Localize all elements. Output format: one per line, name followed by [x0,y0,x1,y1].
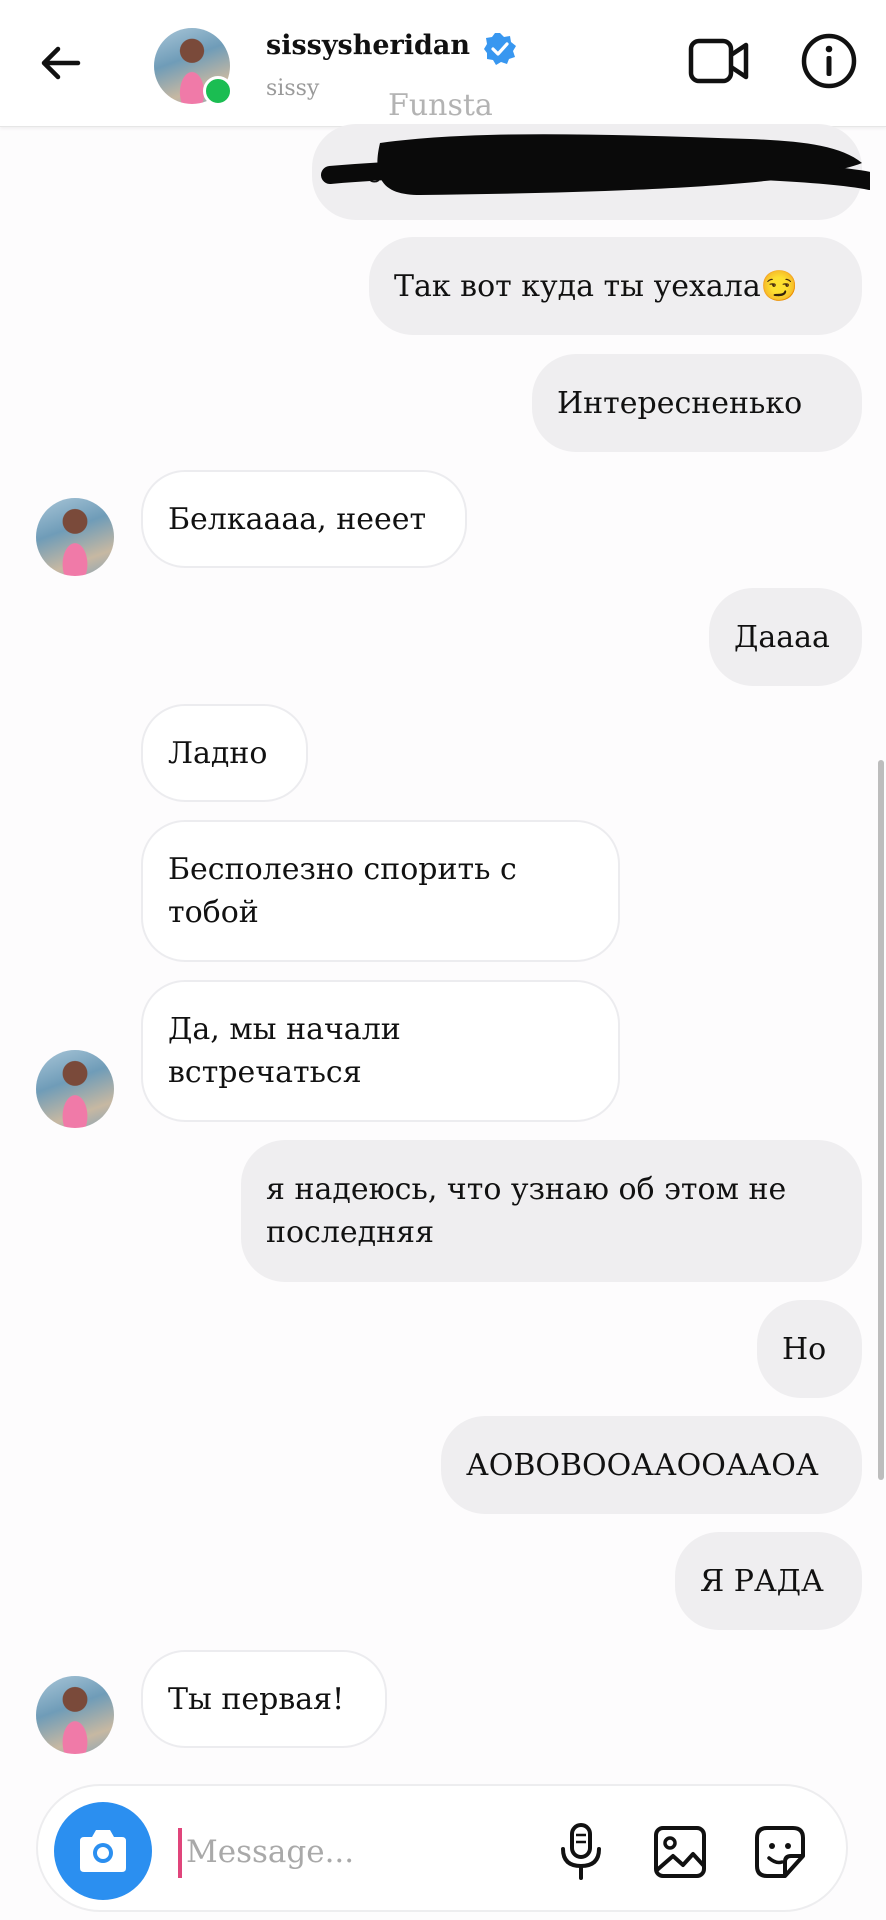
message-text: Я РАДА [700,1563,824,1599]
message-received[interactable]: Ты первая! [141,1650,387,1748]
message-text: Но [782,1331,827,1367]
chat-subname: sissy [266,76,320,101]
verified-badge-icon [484,33,516,65]
message-sent[interactable]: Я РАДА [675,1532,862,1630]
online-status-dot [203,76,233,106]
redaction-scribble [321,134,870,195]
camera-icon [80,1830,126,1872]
message-sent[interactable]: Но [757,1300,862,1398]
message-text: Так вот куда ты уехала😏 [394,268,799,304]
message-text: Даааа [734,619,830,655]
message-received[interactable]: Белкаааа, нееет [141,470,467,568]
message-text: Ладно [168,735,268,771]
message-sent[interactable]: я надеюсь, что узнаю об этом не последня… [241,1140,862,1282]
message-text: Ты первая! [168,1681,345,1717]
message-received[interactable]: Бесполезно спорить с тобой [141,820,620,962]
message-sent[interactable]: АОВОВООААООААОА [441,1416,862,1514]
video-camera-icon[interactable] [688,36,750,86]
avatar[interactable] [36,1050,114,1128]
camera-button[interactable] [54,1802,152,1900]
message-input[interactable] [182,1820,546,1884]
back-arrow-icon[interactable] [36,38,86,88]
message-text: Интересненько [557,385,803,421]
sticker-icon[interactable] [749,1820,811,1884]
message-text: АОВОВООААООААОА [466,1447,819,1483]
message-text: Белкаааа, нееет [168,501,427,537]
gallery-icon[interactable] [649,1820,711,1884]
message-text: Бесполезно спорить с тобой [168,852,517,930]
chat-header: sissysheridan sissy Funsta [0,0,886,127]
avatar[interactable] [36,498,114,576]
message-received[interactable]: Ладно [141,704,308,802]
info-icon[interactable] [800,32,858,90]
message-sent[interactable]: Интересненько [532,354,862,452]
avatar[interactable] [36,1676,114,1754]
message-sent[interactable]: Даааа [709,588,862,686]
message-received[interactable]: Да, мы начали встречаться [141,980,620,1122]
chat-username[interactable]: sissysheridan [266,30,470,61]
message-sent[interactable]: Так вот куда ты уехала😏 [369,237,862,335]
message-text: я надеюсь, что узнаю об этом не последня… [266,1172,787,1250]
scrollbar[interactable] [878,760,884,1480]
message-text: Да, мы начали встречаться [168,1012,401,1090]
microphone-icon[interactable] [550,1820,612,1884]
watermark-text: Funsta [388,88,493,123]
